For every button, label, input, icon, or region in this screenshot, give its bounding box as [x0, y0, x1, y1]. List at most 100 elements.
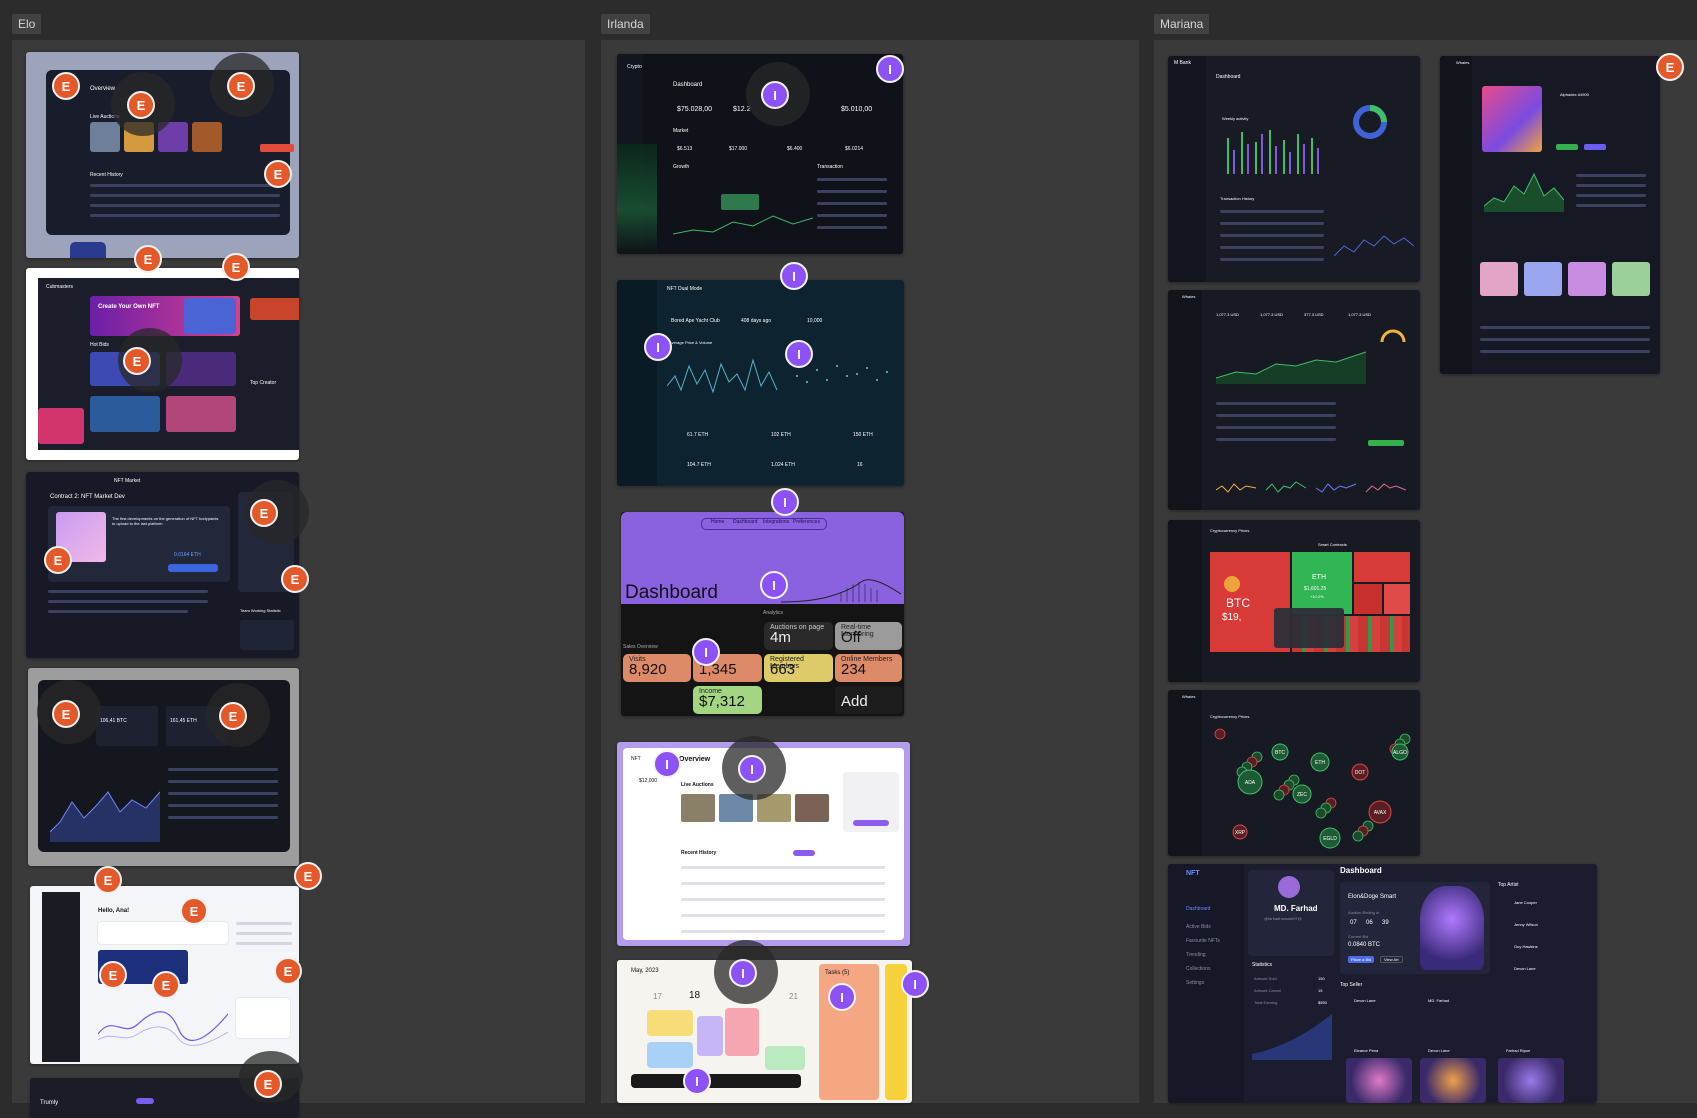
elo-avatar[interactable]: E [152, 971, 180, 999]
irlanda-avatar[interactable]: I [644, 333, 672, 361]
elo-avatar[interactable]: E [134, 245, 162, 273]
thumb-nav-home[interactable]: Home [711, 519, 724, 525]
donut-chart-icon [1353, 105, 1387, 139]
timer-hours: 07 [1350, 920, 1357, 926]
irlanda-avatar[interactable]: I [771, 488, 799, 516]
irlanda-avatar[interactable]: I [729, 959, 757, 987]
top-artist-title: Top Artist [1498, 882, 1519, 888]
thumb-day-17: 17 [653, 992, 662, 1001]
elo-avatar[interactable]: E [222, 253, 250, 281]
timer-minutes: 06 [1366, 920, 1373, 926]
irlanda-avatar[interactable]: I [785, 340, 813, 368]
thumb-brand: NFT [631, 756, 641, 762]
thumb-hello: Hello, Ana! [98, 908, 130, 914]
thumb-m3: $6.400 [787, 146, 803, 152]
elo-avatar[interactable]: E [180, 897, 208, 925]
irlanda-avatar[interactable]: I [692, 638, 720, 666]
thumb-title: Alphadex #4900 [1560, 92, 1589, 97]
thumb-eth-3: 150 ETH [853, 432, 873, 438]
elo-avatar[interactable]: E [52, 72, 80, 100]
nav-settings[interactable]: Settings [1186, 980, 1204, 986]
irlanda-avatar[interactable]: I [901, 970, 929, 998]
thumb-mariana-mbank[interactable]: M Bank Dashboard Weekly activity Transac… [1168, 56, 1420, 282]
column-label-irlanda[interactable]: Irlanda [601, 14, 650, 34]
irlanda-avatar[interactable]: I [828, 983, 856, 1011]
nav-favourite[interactable]: Favourite NFTs [1186, 938, 1220, 944]
card-1-name: Eleanor Pena [1354, 1048, 1379, 1053]
nav-active-bids[interactable]: Active Bids [1186, 924, 1211, 930]
coin-label: ADA [1245, 780, 1256, 786]
coin-label: AVAX [1374, 810, 1387, 816]
seller-1: Devon Lane [1354, 998, 1376, 1003]
nav-collections[interactable]: Collections [1186, 966, 1210, 972]
thumb-stat-1: Bored Ape Yacht Club [671, 318, 720, 324]
elo-avatar[interactable]: E [250, 499, 278, 527]
thumb-brand: Crypto [627, 64, 642, 70]
thumb-mariana-nft-dashboard[interactable]: NFT Dashboard Active Bids Favourite NFTs… [1168, 864, 1597, 1103]
elo-avatar[interactable]: E [127, 91, 155, 119]
bid-value: 0.0840 BTC [1348, 942, 1381, 948]
coin-label: EGLD [1323, 836, 1337, 842]
card-3-name: Farhad Ripon [1506, 1048, 1531, 1053]
irlanda-avatar[interactable]: I [760, 571, 788, 599]
elo-avatar[interactable]: E [227, 72, 255, 100]
thumb-brand: Whales [1456, 60, 1470, 65]
thumb-date: May, 2023 [631, 968, 659, 974]
coin-bubble-chart: ADA ZEC EGLD AVAX BTC ETH DOT ALGO XRP [1214, 728, 1411, 849]
irlanda-avatar[interactable]: I [738, 755, 766, 783]
nav-dashboard[interactable]: Dashboard [1186, 906, 1210, 912]
elo-avatar[interactable]: E [94, 866, 122, 894]
thumb-mariana-heatmap[interactable]: Cryptocurrency Prices BTC $19, ETH $1,60… [1168, 520, 1420, 682]
column-label-mariana[interactable]: Mariana [1154, 14, 1210, 34]
thumb-card-title: Contract 2: NFT Market Dev [50, 494, 125, 500]
thumb-mariana-nft-item[interactable]: Whales Alphadex #4900 [1440, 56, 1660, 374]
elo-avatar[interactable]: E [254, 1070, 282, 1098]
portfolio-chart-icon [1216, 351, 1366, 384]
thumb-nav-dashboard[interactable]: Dashboard [733, 519, 757, 525]
thumb-value-1: 106,41 BTC [100, 718, 127, 724]
thumb-eth-percent: +10.2% [1310, 594, 1324, 599]
stat-3-label: Total Earning [1254, 1000, 1278, 1005]
irlanda-avatar[interactable]: I [683, 1067, 711, 1095]
sparklines-icon [1216, 481, 1406, 493]
profile-name: MD. Farhad [1274, 904, 1318, 913]
stats-title: Statistics [1252, 962, 1273, 968]
irlanda-avatar[interactable]: I [761, 81, 789, 109]
add-tile-button[interactable]: Add [841, 693, 868, 710]
thumb-title: Cryptocurrency Prices [1210, 528, 1250, 533]
thumb-title: Cryptocurrency Prices [1210, 714, 1250, 719]
elo-avatar[interactable]: E [294, 862, 322, 890]
mariana-avatar[interactable]: E [1656, 53, 1684, 81]
place-bid-button[interactable]: Place a Bid [1348, 956, 1375, 963]
thumb-m1: $6.513 [677, 146, 693, 152]
coin-bubble-small [1315, 807, 1327, 819]
thumb-irlanda-purple-dashboard[interactable]: Home Dashboard Integrations Preferences … [621, 512, 904, 716]
thumb-nav-preferences[interactable]: Preferences [793, 519, 820, 525]
irlanda-avatar[interactable]: I [780, 262, 808, 290]
irlanda-avatar[interactable]: I [876, 55, 904, 83]
thumb-irlanda-nft-dual[interactable]: NFT Dual Mode Bored Ape Yacht Club 408 d… [617, 280, 904, 486]
column-label-elo[interactable]: Elo [12, 14, 42, 34]
thumb-title: NFT Market [114, 478, 141, 484]
thumb-mariana-bubbles[interactable]: Whales Cryptocurrency Prices ADA ZEC EGLD A… [1168, 690, 1420, 856]
irlanda-avatar[interactable]: I [653, 750, 681, 778]
thumb-mariana-whales-wallet[interactable]: Whales 1,077.3 USD 1,077.3 USD 377.3 USD… [1168, 290, 1420, 510]
elo-avatar[interactable]: E [274, 957, 302, 985]
coin-label: BTC [1275, 750, 1285, 756]
elo-avatar[interactable]: E [52, 700, 80, 728]
elo-avatar[interactable]: E [281, 565, 309, 593]
view-art-button[interactable]: View Art [1380, 956, 1403, 963]
thumb-nav-integrations[interactable]: Integrations [763, 519, 789, 525]
elo-avatar[interactable]: E [123, 347, 151, 375]
elo-avatar[interactable]: E [44, 546, 72, 574]
coin-label: XRP [1235, 830, 1246, 836]
nav-trending[interactable]: Trending [1186, 952, 1206, 958]
thumb-brand: Cubmasters [46, 284, 73, 290]
thumb-price: 0.0164 ETH [174, 552, 201, 558]
artist-4: Devon Lane [1514, 966, 1536, 971]
elo-avatar[interactable]: E [264, 160, 292, 188]
elo-avatar[interactable]: E [99, 961, 127, 989]
elo-avatar[interactable]: E [219, 702, 247, 730]
thumb-hero: Create Your Own NFT [98, 304, 160, 310]
coin-label: ETH [1315, 760, 1325, 766]
